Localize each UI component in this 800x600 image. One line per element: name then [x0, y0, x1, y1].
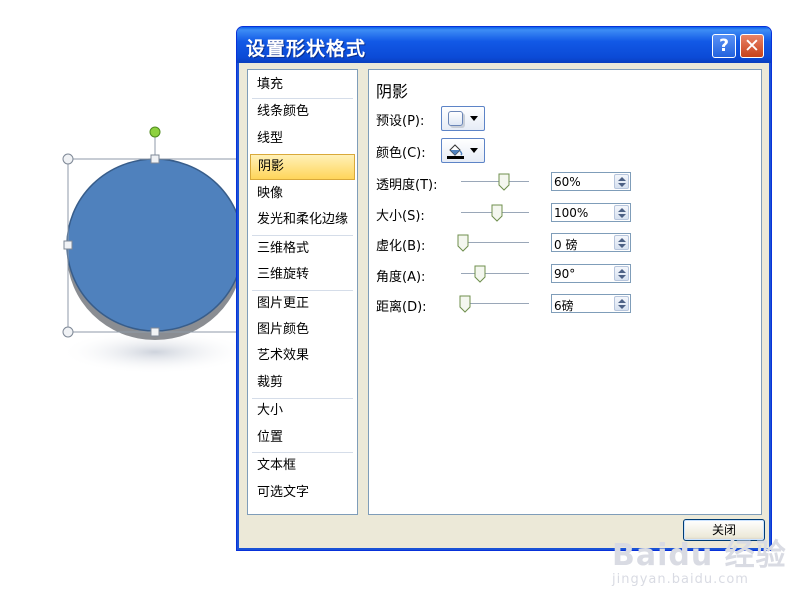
blur-slider-thumb[interactable]	[457, 234, 469, 252]
category-size[interactable]: 大小	[250, 398, 355, 424]
category-picture-corrections[interactable]: 图片更正	[250, 291, 355, 317]
close-button[interactable]: 关闭	[683, 519, 765, 541]
resize-handle-top[interactable]	[150, 154, 160, 164]
category-reflection[interactable]: 映像	[250, 181, 355, 207]
category-shadow[interactable]: 阴影	[250, 154, 355, 180]
category-3d-rotation[interactable]: 三维旋转	[250, 262, 355, 288]
category-line-style[interactable]: 线型	[250, 126, 355, 152]
paint-bucket-icon	[447, 144, 464, 159]
distance-value: 6磅	[554, 299, 574, 313]
blur-value: 0 磅	[554, 238, 578, 252]
section-title: 阴影	[376, 82, 409, 101]
spin-arrows-icon[interactable]	[614, 205, 629, 220]
distance-label: 距离(D):	[376, 300, 427, 315]
rotation-handle[interactable]	[149, 126, 161, 138]
distance-slider[interactable]	[461, 303, 529, 304]
dialog-title: 设置形状格式	[246, 38, 367, 60]
transparency-spinbox[interactable]: 60%	[551, 172, 631, 191]
color-dropdown[interactable]	[441, 138, 485, 163]
shadow-preset-icon	[448, 111, 463, 126]
category-line-color[interactable]: 线条颜色	[250, 99, 355, 125]
size-spinbox[interactable]: 100%	[551, 203, 631, 222]
category-picture-color[interactable]: 图片颜色	[250, 317, 355, 343]
angle-spinbox[interactable]: 90°	[551, 264, 631, 283]
dialog-title-bar[interactable]: 设置形状格式 ? ✕	[237, 27, 771, 63]
category-alt-text[interactable]: 可选文字	[250, 480, 355, 506]
blur-spinbox[interactable]: 0 磅	[551, 233, 631, 252]
angle-label: 角度(A):	[376, 270, 426, 285]
transparency-slider[interactable]	[461, 181, 529, 182]
blur-label: 虚化(B):	[376, 239, 426, 254]
size-label: 大小(S):	[376, 209, 425, 224]
category-crop[interactable]: 裁剪	[250, 370, 355, 396]
chevron-down-icon	[470, 116, 478, 121]
transparency-label: 透明度(T):	[376, 178, 438, 193]
spin-arrows-icon[interactable]	[614, 174, 629, 189]
shadow-settings-panel: 阴影 预设(P): 颜色(C): 透明度(T): 60% 大小(S): 100%…	[368, 69, 762, 515]
preset-label: 预设(P):	[376, 114, 425, 129]
dialog-body: 填充 线条颜色 线型 阴影 映像 发光和柔化边缘 三维格式 三维旋转 图片更正 …	[241, 63, 767, 546]
angle-value: 90°	[554, 267, 576, 281]
chevron-down-icon	[470, 148, 478, 153]
angle-slider-thumb[interactable]	[474, 265, 486, 283]
circle-fill[interactable]	[66, 158, 244, 332]
resize-handle-left[interactable]	[63, 240, 73, 250]
spin-arrows-icon[interactable]	[614, 296, 629, 311]
spin-arrows-icon[interactable]	[614, 266, 629, 281]
angle-slider[interactable]	[461, 273, 529, 274]
category-artistic-effects[interactable]: 艺术效果	[250, 343, 355, 369]
color-label: 颜色(C):	[376, 146, 426, 161]
category-list: 填充 线条颜色 线型 阴影 映像 发光和柔化边缘 三维格式 三维旋转 图片更正 …	[247, 69, 358, 515]
distance-slider-thumb[interactable]	[459, 295, 471, 313]
transparency-value: 60%	[554, 175, 581, 189]
transparency-slider-thumb[interactable]	[498, 173, 510, 191]
preset-dropdown[interactable]	[441, 106, 485, 131]
size-slider-thumb[interactable]	[491, 204, 503, 222]
spin-arrows-icon[interactable]	[614, 235, 629, 250]
category-fill[interactable]: 填充	[250, 72, 355, 98]
blur-slider[interactable]	[461, 242, 529, 243]
size-value: 100%	[554, 206, 589, 220]
category-3d-format[interactable]: 三维格式	[250, 236, 355, 262]
title-close-button[interactable]: ✕	[740, 34, 764, 58]
close-icon: ✕	[744, 35, 760, 57]
circle-shape[interactable]	[66, 158, 244, 340]
help-icon: ?	[719, 36, 729, 56]
distance-spinbox[interactable]: 6磅	[551, 294, 631, 313]
format-shape-dialog: 设置形状格式 ? ✕ 填充 线条颜色 线型 阴影 映像 发光和柔化边缘 三维格式…	[236, 26, 772, 551]
category-glow-soft-edges[interactable]: 发光和柔化边缘	[250, 207, 355, 233]
category-text-box[interactable]: 文本框	[250, 453, 355, 479]
resize-handle-top-left[interactable]	[62, 153, 74, 165]
help-button[interactable]: ?	[712, 34, 736, 58]
resize-handle-bottom[interactable]	[150, 327, 160, 337]
resize-handle-bottom-left[interactable]	[62, 326, 74, 338]
category-position[interactable]: 位置	[250, 425, 355, 451]
